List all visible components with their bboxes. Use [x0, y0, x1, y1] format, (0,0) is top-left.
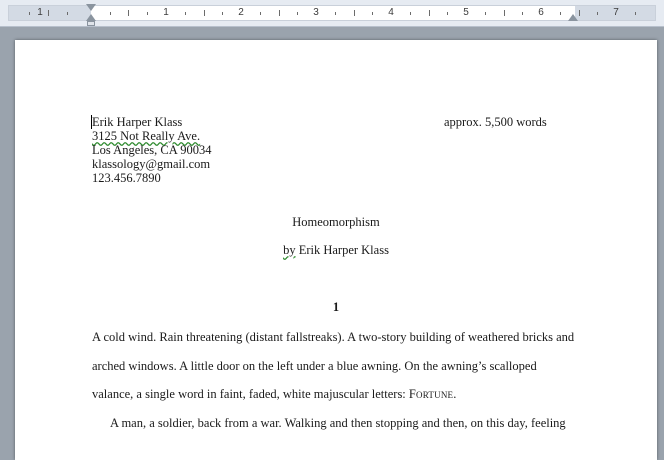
ruler-strip: 1 1 2 3 4 5 6 7 [8, 5, 656, 21]
ruler-left-margin [9, 6, 91, 20]
ruler-tick [410, 12, 411, 15]
paragraph-line-text: valance, a single word in faint, faded, … [92, 387, 409, 401]
paragraph-line: valance, a single word in faint, faded, … [92, 387, 456, 402]
ruler-tick [222, 12, 223, 15]
ruler-tick [560, 12, 561, 15]
author-email: klassology@gmail.com [92, 157, 211, 171]
document-title: Homeomorphism [292, 215, 380, 229]
ruler-tick [504, 10, 505, 16]
ruler-number: 6 [538, 7, 544, 18]
ruler-tick [429, 10, 430, 16]
document-page[interactable]: Erik Harper Klass 3125 Not Really Ave. L… [15, 40, 657, 460]
ruler-tick [354, 10, 355, 16]
ruler-tick [579, 10, 580, 16]
paragraph-line: A cold wind. Rain threatening (distant f… [92, 330, 575, 344]
author-phone: 123.456.7890 [92, 171, 161, 185]
paragraph-line-end: . [453, 387, 457, 401]
horizontal-ruler[interactable]: 1 1 2 3 4 5 6 7 [0, 0, 664, 27]
author-street: 3125 Not Really Ave. [92, 129, 201, 143]
ruler-number: 1 [163, 7, 169, 18]
ruler-number: 1 [37, 7, 43, 18]
first-line-indent-marker[interactable] [86, 4, 96, 11]
paragraph-line: A man, a soldier, back from a war. Walki… [110, 416, 566, 430]
ruler-tick [29, 12, 30, 15]
ruler-tick [67, 12, 68, 15]
ruler-tick [372, 12, 373, 15]
ruler-tick [485, 12, 486, 15]
ruler-tick [48, 10, 49, 16]
ruler-tick [128, 10, 129, 16]
byline: by Erik Harper Klass [15, 243, 657, 258]
ruler-tick [204, 10, 205, 16]
ruler-tick [335, 12, 336, 15]
ruler-number: 4 [388, 7, 394, 18]
paragraph-line: arched windows. A little door on the lef… [92, 359, 537, 373]
section-number: 1 [332, 300, 340, 314]
ruler-tick [279, 10, 280, 16]
ruler-number: 7 [613, 7, 619, 18]
ruler-tick [635, 12, 636, 15]
byline-by: by [283, 243, 296, 257]
author-city: Los Angeles, CA 90034 [92, 143, 212, 157]
ruler-number: 2 [238, 7, 244, 18]
ruler-number: 3 [313, 7, 319, 18]
ruler-tick [110, 12, 111, 15]
ruler-tick [260, 12, 261, 15]
ruler-tick [297, 12, 298, 15]
ruler-tick [597, 12, 598, 15]
word-count: approx. 5,500 words [444, 115, 547, 129]
hanging-indent-marker[interactable] [86, 14, 96, 21]
ruler-number: 5 [463, 7, 469, 18]
right-indent-marker[interactable] [568, 14, 578, 21]
ruler-tick [522, 12, 523, 15]
left-indent-marker[interactable] [87, 21, 95, 26]
ruler-tick [147, 12, 148, 15]
ruler-tick [185, 12, 186, 15]
byline-author: Erik Harper Klass [298, 243, 389, 257]
fortune-word: Fortune [408, 387, 454, 401]
ruler-tick [447, 12, 448, 15]
author-name: Erik Harper Klass [92, 115, 183, 129]
